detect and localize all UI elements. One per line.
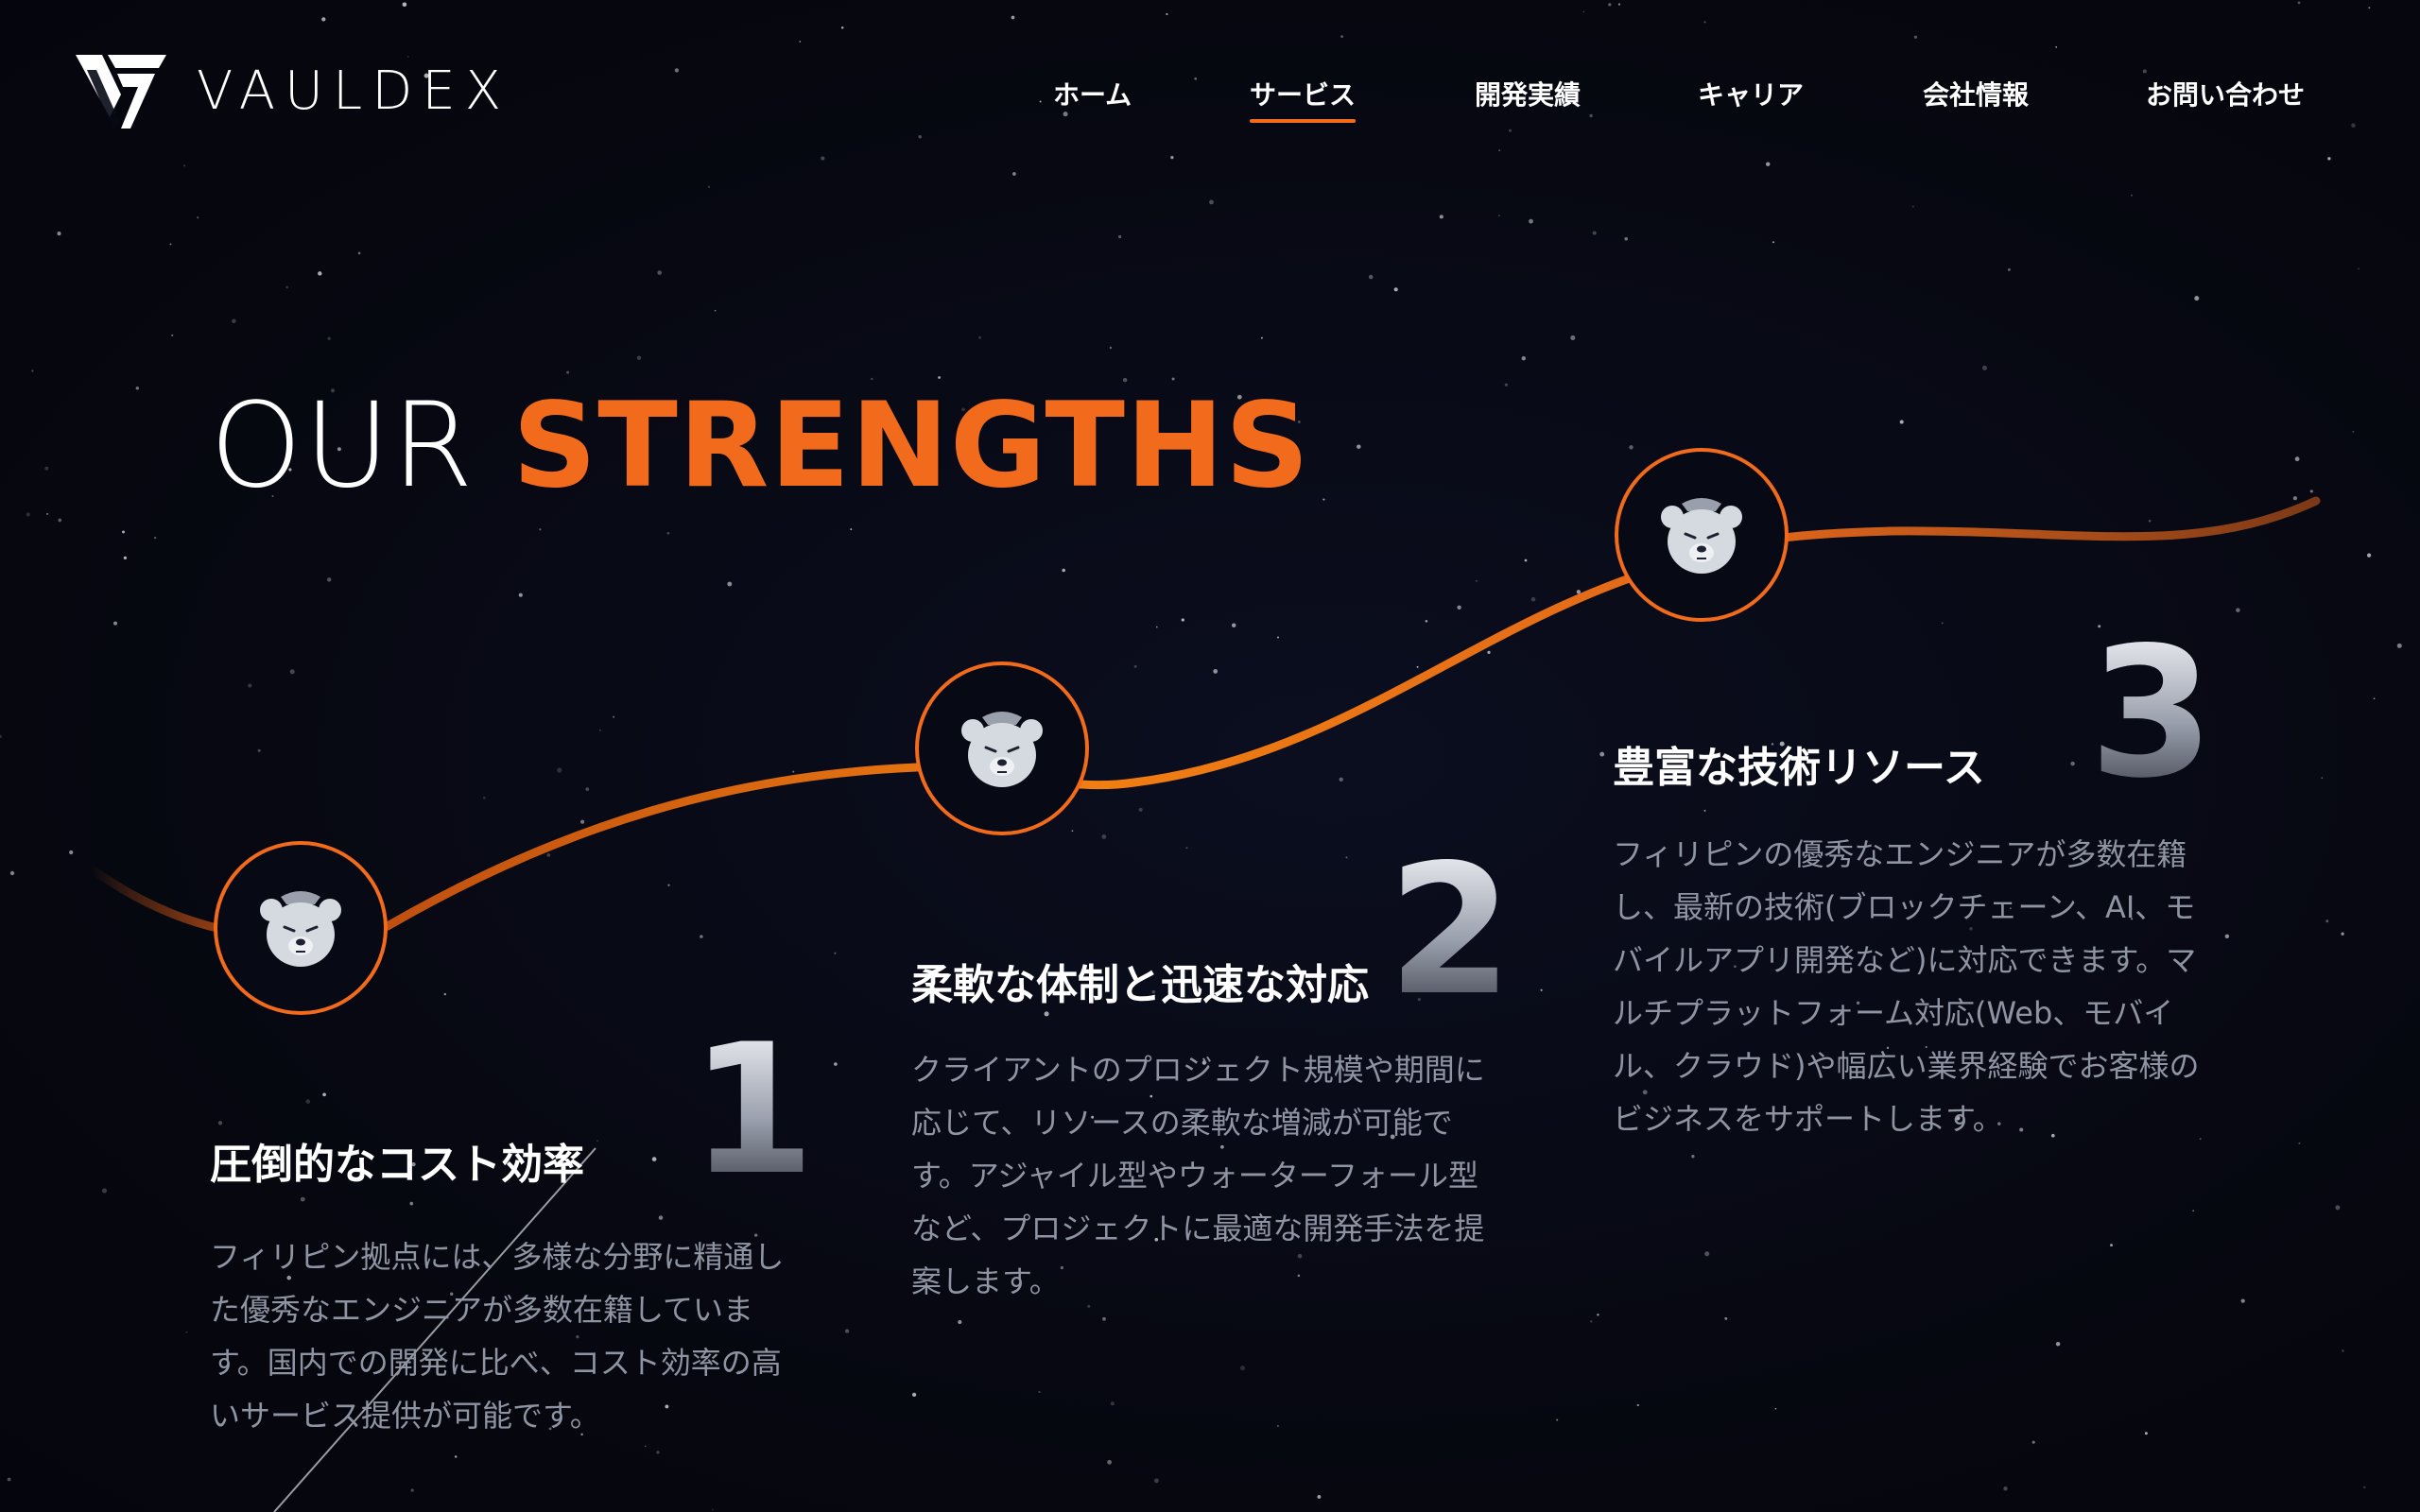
- strength-title-3: 豊富な技術リソース: [1613, 744, 1985, 792]
- strength-body-1: フィリピン拠点には、多様な分野に精通した優秀なエンジニアが多数在籍しています。国…: [210, 1239, 785, 1434]
- bear-icon: [961, 712, 1043, 787]
- strength-title-1: 圧倒的なコスト効率: [210, 1141, 584, 1189]
- strength-badge-2: [915, 662, 1089, 835]
- bear-icon: [1661, 498, 1742, 574]
- strengths-page: VAULDEX ホーム サービス 開発実績 キャリア 会社情報 お問い合わせ O…: [0, 0, 2420, 1512]
- strength-number-1: 1: [690, 1005, 816, 1214]
- strength-body-2: クライアントのプロジェクト規模や期間に応じて、リソースの柔軟な増減が可能です。ア…: [911, 1052, 1485, 1299]
- strength-title-2: 柔軟な体制と迅速な対応: [911, 961, 1369, 1009]
- strength-number-3: 3: [2089, 609, 2215, 817]
- strength-number-2: 2: [1388, 826, 1513, 1035]
- strength-body-3: フィリピンの優秀なエンジニアが多数在籍し、最新の技術(ブロックチェーン、AI、モ…: [1613, 836, 2200, 1137]
- bear-icon: [260, 891, 341, 967]
- strength-badge-1: [214, 841, 388, 1015]
- strength-badge-3: [1615, 448, 1789, 622]
